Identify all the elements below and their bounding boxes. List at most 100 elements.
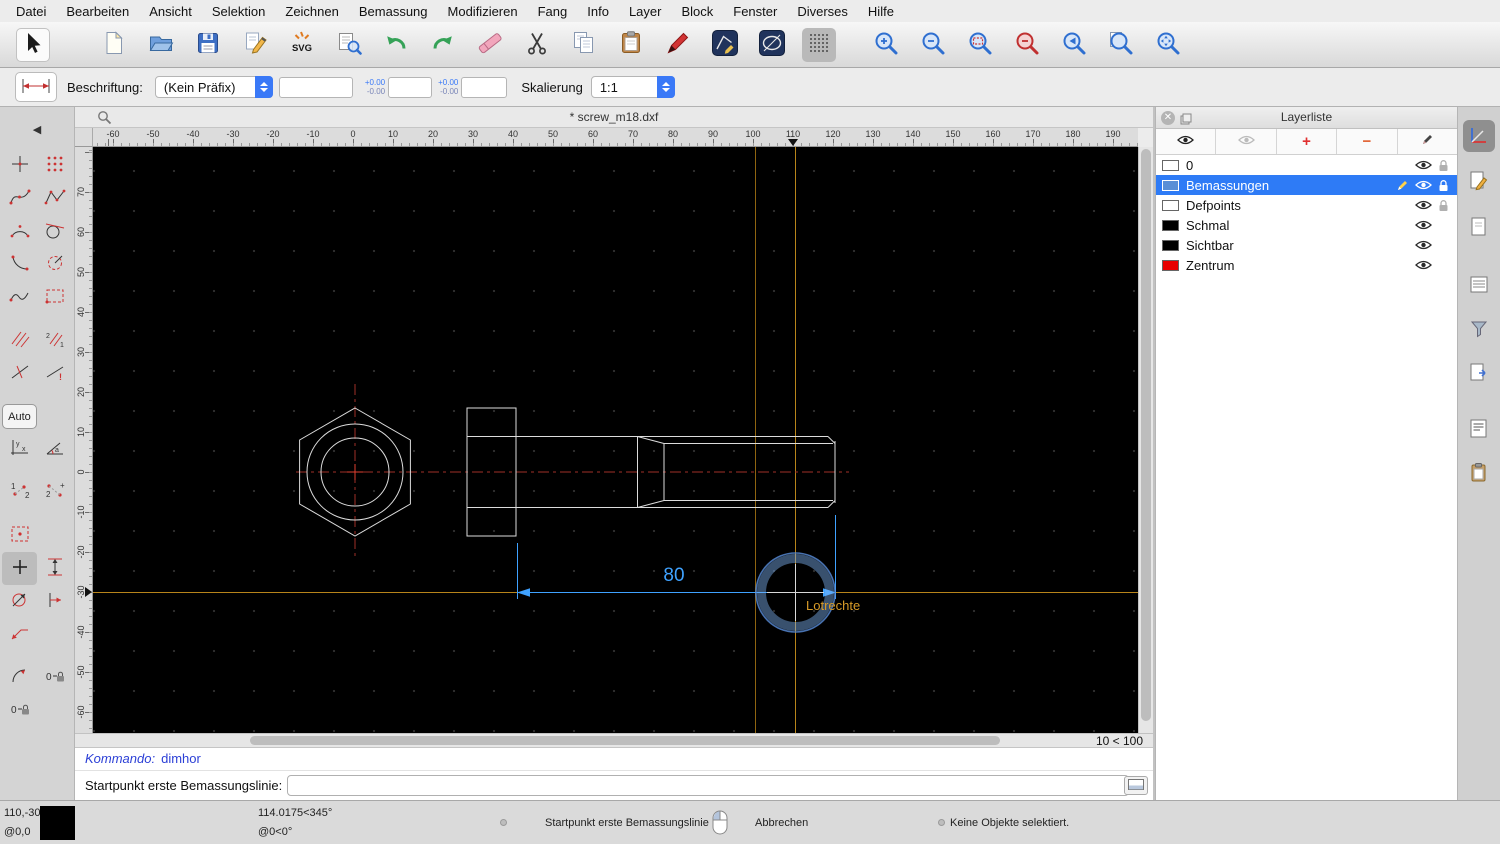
draw-polyline-tool[interactable]	[37, 182, 72, 215]
vertical-scrollbar[interactable]	[1138, 147, 1153, 733]
leader-tool[interactable]	[2, 618, 37, 651]
dimension-angular-tool[interactable]	[2, 661, 37, 694]
draw-polyline-button[interactable]	[708, 28, 742, 62]
draw-spline-tool[interactable]	[2, 182, 37, 215]
command-input[interactable]	[287, 775, 1129, 796]
detach-panel-icon[interactable]	[1180, 111, 1192, 132]
menu-diverses[interactable]: Diverses	[787, 4, 858, 19]
previous-view-button[interactable]	[1057, 28, 1091, 62]
paste-button[interactable]	[614, 28, 648, 62]
panel-library-browser-button[interactable]	[1463, 358, 1495, 390]
auto-snap-button[interactable]: Auto	[2, 404, 37, 429]
dimension-vertical-tool[interactable]	[37, 552, 72, 585]
hide-all-layers-button[interactable]	[1216, 129, 1277, 154]
panel-layer-list-button[interactable]	[1463, 166, 1495, 198]
add-layer-button[interactable]: +	[1277, 129, 1338, 154]
set-relative-zero-tool[interactable]: 0	[2, 694, 37, 727]
order-second-tool[interactable]: 2 +	[37, 476, 72, 509]
add-point-tool[interactable]	[2, 552, 37, 585]
tolerance-lower-input[interactable]	[461, 76, 508, 98]
draw-point-tool[interactable]	[2, 149, 37, 182]
lock-icon[interactable]	[1438, 159, 1449, 172]
eye-icon[interactable]	[1415, 239, 1432, 251]
draw-arc-tool[interactable]	[2, 215, 37, 248]
selection-arrow-button[interactable]	[16, 27, 50, 62]
zoom-out-button[interactable]	[916, 28, 950, 62]
new-file-button[interactable]	[97, 28, 131, 62]
layer-row[interactable]: Bemassungen	[1156, 175, 1457, 195]
menu-fenster[interactable]: Fenster	[723, 4, 787, 19]
cut-scissors-button[interactable]	[520, 28, 554, 62]
panel-property-editor-button[interactable]	[1463, 120, 1495, 152]
tolerance-upper-input[interactable]	[388, 76, 433, 98]
svg-export-button[interactable]: SVG	[285, 28, 319, 62]
layer-row[interactable]: Defpoints	[1156, 195, 1457, 215]
drawing-canvas[interactable]: 80 Lotrechte	[93, 147, 1138, 733]
scrollbar-thumb[interactable]	[250, 736, 1000, 745]
layer-row[interactable]: 0	[1156, 155, 1457, 175]
undo-button[interactable]	[379, 28, 413, 62]
pan-zoom-button[interactable]	[1151, 28, 1185, 62]
order-first-tool[interactable]: 12	[2, 476, 37, 509]
menu-modifizieren[interactable]: Modifizieren	[438, 4, 528, 19]
draw-point-matrix-tool[interactable]	[37, 149, 72, 182]
menu-datei[interactable]: Datei	[6, 4, 56, 19]
save-file-button[interactable]	[191, 28, 225, 62]
eye-icon[interactable]	[1415, 179, 1432, 191]
draw-rectangle-tool[interactable]	[37, 281, 72, 314]
menu-bemassung[interactable]: Bemassung	[349, 4, 438, 19]
zoom-page-button[interactable]	[1104, 28, 1138, 62]
panel-clipboard-button[interactable]	[1463, 458, 1495, 490]
menu-fang[interactable]: Fang	[528, 4, 578, 19]
draw-ellipse-button[interactable]	[755, 28, 789, 62]
lock-icon[interactable]	[1438, 199, 1449, 212]
eye-icon[interactable]	[1415, 159, 1432, 171]
draw-freehand-tool[interactable]	[2, 281, 37, 314]
zoom-in-button[interactable]	[869, 28, 903, 62]
horizontal-scrollbar[interactable]: 10 < 100	[75, 733, 1153, 748]
dimension-horizontal-tool[interactable]	[2, 519, 37, 552]
layer-row[interactable]: Sichtbar	[1156, 235, 1457, 255]
panel-block-list-button[interactable]	[1463, 212, 1495, 244]
eye-icon[interactable]	[1415, 199, 1432, 211]
grid-toggle-button[interactable]	[802, 27, 836, 62]
eye-icon[interactable]	[1415, 259, 1432, 271]
copy-button[interactable]	[567, 28, 601, 62]
menu-zeichnen[interactable]: Zeichnen	[275, 4, 348, 19]
eraser-button[interactable]	[473, 28, 507, 62]
menu-hilfe[interactable]: Hilfe	[858, 4, 904, 19]
label-text-input[interactable]	[278, 76, 353, 98]
pen-tool-button[interactable]	[661, 28, 695, 62]
menu-ansicht[interactable]: Ansicht	[139, 4, 202, 19]
draw-circle-tangent-tool[interactable]	[37, 215, 72, 248]
pen-icon[interactable]	[1396, 179, 1409, 192]
remove-layer-button[interactable]: −	[1337, 129, 1398, 154]
hatch-order-tool[interactable]: 21	[37, 324, 72, 357]
prefix-dropdown[interactable]: (Kein Präfix)	[154, 76, 273, 98]
panel-selection-filter-button[interactable]	[1463, 314, 1495, 346]
draw-circle-dashed-tool[interactable]	[37, 248, 72, 281]
coordinate-polar-tool[interactable]: a	[37, 433, 72, 466]
lock-relative-zero-tool[interactable]: 0	[37, 661, 72, 694]
print-preview-button[interactable]	[332, 28, 366, 62]
scale-dropdown[interactable]: 1:1	[590, 76, 675, 98]
layer-row[interactable]: Zentrum	[1156, 255, 1457, 275]
layer-row[interactable]: Schmal	[1156, 215, 1457, 235]
panel-command-line-button[interactable]	[1463, 414, 1495, 446]
dimension-settings-button[interactable]	[15, 72, 57, 102]
draw-arc-2point-tool[interactable]	[2, 248, 37, 281]
menu-selektion[interactable]: Selektion	[202, 4, 275, 19]
zoom-selection-button[interactable]	[1010, 28, 1044, 62]
divide-tool[interactable]	[2, 357, 37, 390]
mark-tool[interactable]: !	[37, 357, 72, 390]
lock-icon[interactable]	[1438, 179, 1449, 192]
show-all-layers-button[interactable]	[1156, 129, 1217, 154]
scrollbar-thumb[interactable]	[1141, 149, 1151, 721]
redo-button[interactable]	[426, 28, 460, 62]
coordinate-xy-tool[interactable]: yx	[2, 433, 37, 466]
close-panel-icon[interactable]: ✕	[1161, 111, 1175, 125]
edit-document-button[interactable]	[238, 28, 272, 62]
command-line-toggle-button[interactable]	[1124, 776, 1148, 795]
menu-block[interactable]: Block	[671, 4, 723, 19]
auto-zoom-button[interactable]	[963, 28, 997, 62]
